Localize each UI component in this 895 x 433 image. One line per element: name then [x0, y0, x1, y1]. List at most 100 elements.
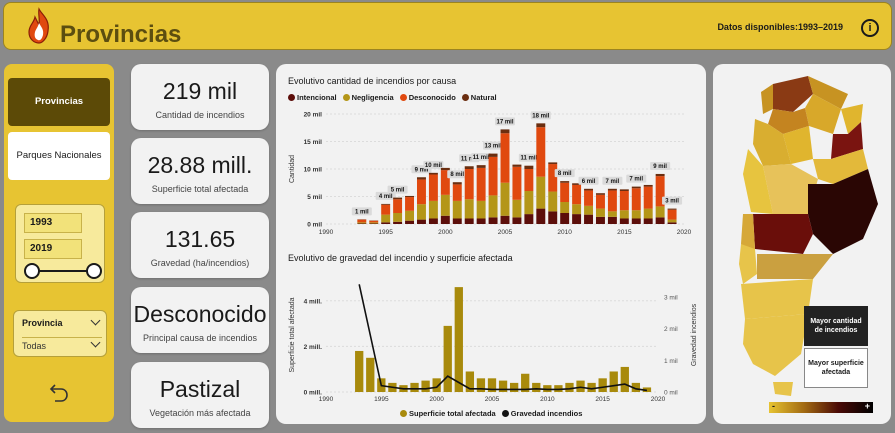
map-region-chubut[interactable]: [741, 279, 813, 319]
legend-item-desconocido[interactable]: Desconocido: [399, 93, 456, 102]
bar-segment[interactable]: [667, 208, 677, 210]
bar[interactable]: [498, 380, 508, 392]
bar-segment[interactable]: [488, 195, 498, 218]
back-arrow-icon[interactable]: [46, 382, 70, 404]
bar-segment[interactable]: [440, 167, 450, 171]
bar-segment[interactable]: [584, 188, 594, 191]
bar-segment[interactable]: [416, 177, 426, 180]
map-region-neuquen[interactable]: [739, 244, 757, 284]
chart-incendios-por-causa[interactable]: 0 mil 5 mil 10 mil 15 mil 20 mil 1990 1995 2000…: [276, 104, 706, 244]
bar-segment[interactable]: [655, 173, 665, 177]
bar[interactable]: [565, 382, 574, 392]
bar[interactable]: [421, 380, 430, 392]
bar[interactable]: [476, 378, 486, 392]
bar[interactable]: [620, 366, 629, 392]
provincia-dropdown-value[interactable]: Todas: [22, 337, 102, 351]
bar[interactable]: [509, 382, 519, 392]
bar-segment[interactable]: [536, 127, 546, 177]
bar-segment[interactable]: [631, 188, 641, 211]
bar-segment[interactable]: [667, 222, 677, 224]
bar-segment[interactable]: [381, 203, 391, 205]
bar-segment[interactable]: [536, 208, 546, 224]
bar-segment[interactable]: [607, 188, 617, 191]
bar-segment[interactable]: [572, 214, 582, 224]
bar-segment[interactable]: [595, 216, 605, 224]
year-slider-end-handle[interactable]: [86, 263, 102, 279]
bar-segment[interactable]: [488, 156, 498, 196]
bar-segment[interactable]: [500, 215, 510, 224]
bar-segment[interactable]: [476, 167, 486, 201]
bar[interactable]: [598, 378, 607, 392]
bar-segment[interactable]: [619, 210, 629, 219]
bar-segment[interactable]: [643, 186, 653, 209]
map-region-santa-cruz[interactable]: [743, 314, 808, 376]
bar-segment[interactable]: [655, 206, 665, 218]
bar-segment[interactable]: [595, 193, 605, 195]
bar-segment[interactable]: [560, 182, 570, 202]
bar-segment[interactable]: [464, 218, 474, 225]
bar-segment[interactable]: [631, 210, 641, 219]
bar-segment[interactable]: [524, 165, 534, 169]
bar-segment[interactable]: [512, 164, 522, 167]
bar-segment[interactable]: [548, 164, 558, 192]
bar-segment[interactable]: [643, 218, 653, 225]
bar-segment[interactable]: [452, 182, 462, 185]
bar-segment[interactable]: [357, 222, 367, 224]
bar-segment[interactable]: [607, 211, 617, 217]
bar[interactable]: [355, 350, 364, 392]
bar-segment[interactable]: [595, 194, 605, 209]
bar-segment[interactable]: [405, 197, 415, 211]
bar-segment[interactable]: [405, 195, 415, 198]
legend-item-gravedad[interactable]: Gravedad incendios: [501, 409, 582, 418]
legend-item-intencional[interactable]: Intencional: [288, 93, 337, 102]
bar-segment[interactable]: [667, 219, 677, 223]
bar-segment[interactable]: [476, 218, 486, 225]
bar-segment[interactable]: [643, 184, 653, 187]
bar[interactable]: [366, 357, 375, 392]
bar-segment[interactable]: [464, 199, 474, 219]
bar-segment[interactable]: [607, 216, 617, 224]
gravedad-line[interactable]: [358, 284, 648, 392]
mayor-cantidad-button[interactable]: Mayor cantidad de incendios: [804, 306, 868, 346]
bar-segment[interactable]: [548, 162, 558, 165]
nav-button-provincias[interactable]: Provincias: [8, 78, 110, 126]
bar-segment[interactable]: [428, 172, 438, 175]
bar-segment[interactable]: [357, 219, 367, 223]
bar-segment[interactable]: [524, 191, 534, 215]
bar-segment[interactable]: [536, 123, 546, 128]
bar-segment[interactable]: [500, 182, 510, 216]
bar-segment[interactable]: [428, 174, 438, 201]
bar-segment[interactable]: [560, 181, 570, 183]
bar[interactable]: [410, 382, 419, 392]
bar-segment[interactable]: [631, 186, 641, 189]
bar-segment[interactable]: [595, 208, 605, 217]
bar-segment[interactable]: [655, 217, 665, 224]
bar-segment[interactable]: [572, 204, 582, 215]
bar-segment[interactable]: [464, 166, 474, 169]
bar-segment[interactable]: [357, 223, 367, 224]
bar-segment[interactable]: [452, 200, 462, 219]
bar-segment[interactable]: [405, 220, 415, 224]
bar-segment[interactable]: [464, 169, 474, 200]
bar-segment[interactable]: [393, 221, 403, 224]
bar-segment[interactable]: [476, 165, 486, 168]
bar-segment[interactable]: [488, 217, 498, 224]
bar-segment[interactable]: [548, 191, 558, 212]
bar-segment[interactable]: [428, 218, 438, 225]
legend-item-natural[interactable]: Natural: [461, 93, 497, 102]
bar-segment[interactable]: [416, 219, 426, 224]
provincia-dropdown[interactable]: Provincia Todas: [13, 310, 107, 357]
bar[interactable]: [443, 325, 452, 392]
bar-segment[interactable]: [440, 194, 450, 216]
bar-segment[interactable]: [500, 133, 510, 183]
bar-segment[interactable]: [428, 200, 438, 219]
map-region-rio-negro[interactable]: [757, 254, 833, 279]
bar-segment[interactable]: [381, 214, 391, 223]
bar-segment[interactable]: [560, 213, 570, 224]
bar-segment[interactable]: [381, 204, 391, 215]
bar-segment[interactable]: [619, 218, 629, 225]
bar-segment[interactable]: [452, 218, 462, 225]
bar-segment[interactable]: [619, 191, 629, 211]
bar-segment[interactable]: [393, 213, 403, 222]
bar-segment[interactable]: [476, 200, 486, 219]
